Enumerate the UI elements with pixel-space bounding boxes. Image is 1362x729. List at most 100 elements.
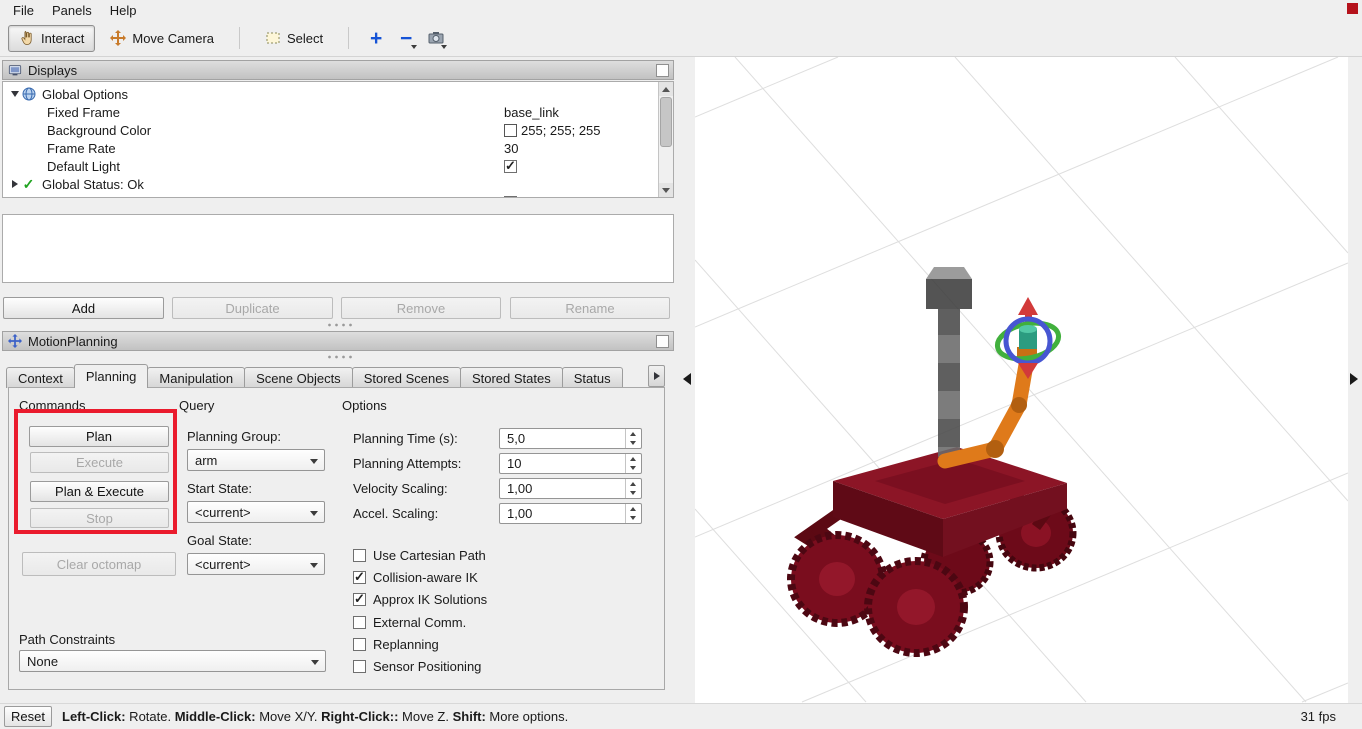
screenshot-tool-button[interactable] <box>423 25 449 52</box>
fixed-frame-value[interactable]: base_link <box>504 105 559 120</box>
tree-label: Default Light <box>47 159 120 174</box>
frame-rate-value[interactable]: 30 <box>504 141 518 156</box>
tree-row-fixed-frame[interactable]: Fixed Frame base_link <box>3 103 658 121</box>
remove-display-button[interactable]: Remove <box>341 297 501 319</box>
motionplanning-panel-header[interactable]: MotionPlanning <box>2 331 674 351</box>
spinner-arrows-icon[interactable] <box>625 504 641 523</box>
collision-aware-ik-checkbox[interactable] <box>353 571 366 584</box>
approx-ik-solutions-checkbox[interactable] <box>353 593 366 606</box>
tab-scene-objects[interactable]: Scene Objects <box>244 367 353 388</box>
panel-splitter[interactable] <box>0 323 677 327</box>
menu-help[interactable]: Help <box>101 1 146 20</box>
tab-context[interactable]: Context <box>6 367 75 388</box>
use-cartesian-path-checkbox[interactable] <box>353 549 366 562</box>
menu-file[interactable]: File <box>4 1 43 20</box>
dropdown-arrow-icon <box>411 45 417 49</box>
goal-state-select[interactable]: <current> <box>187 553 325 575</box>
external-comm-checkbox[interactable] <box>353 616 366 629</box>
chevron-down-icon <box>310 563 318 568</box>
reset-button[interactable]: Reset <box>4 706 52 727</box>
panel-float-button[interactable] <box>656 64 669 77</box>
tree-row-global-options[interactable]: Global Options <box>3 85 658 103</box>
replanning-checkbox[interactable] <box>353 638 366 651</box>
interact-tool-button[interactable]: Interact <box>8 25 95 52</box>
remove-tool-button[interactable]: − <box>393 25 419 52</box>
tree-label: Background Color <box>47 123 151 138</box>
scrollbar-thumb[interactable] <box>660 97 672 147</box>
spinner-arrows-icon[interactable] <box>625 454 641 473</box>
add-tool-button[interactable]: + <box>363 25 389 52</box>
default-light-checkbox[interactable] <box>504 160 517 173</box>
spinner-arrows-icon[interactable] <box>625 429 641 448</box>
planning-attempts-spinbox[interactable]: 10 <box>499 453 642 474</box>
tab-stored-states[interactable]: Stored States <box>460 367 563 388</box>
planning-group-label: Planning Group: <box>187 429 281 444</box>
rename-display-button[interactable]: Rename <box>510 297 670 319</box>
scroll-up-icon[interactable] <box>659 82 673 96</box>
move-camera-tool-label: Move Camera <box>132 31 214 46</box>
tree-scrollbar[interactable] <box>658 82 673 197</box>
replanning-option[interactable]: Replanning <box>353 636 439 652</box>
duplicate-display-button[interactable]: Duplicate <box>172 297 333 319</box>
menu-panels[interactable]: Panels <box>43 1 101 20</box>
rover-robot <box>791 267 1073 653</box>
clear-octomap-button[interactable]: Clear octomap <box>22 552 176 576</box>
plus-icon: + <box>370 28 382 49</box>
grid-checkbox[interactable] <box>504 196 517 199</box>
select-tool-button[interactable]: Select <box>254 25 334 52</box>
status-ok-check-icon: ✓ <box>21 177 36 192</box>
expander-right-icon[interactable] <box>9 180 21 188</box>
displays-panel-header[interactable]: Displays <box>2 60 674 80</box>
toolbar-separator <box>239 27 240 49</box>
select-tool-label: Select <box>287 31 323 46</box>
approx-ik-solutions-option[interactable]: Approx IK Solutions <box>353 591 487 607</box>
tree-row-global-status[interactable]: ✓ Global Status: Ok <box>3 175 658 193</box>
tree-row-grid[interactable]: Grid <box>3 193 658 198</box>
robot-3d-scene <box>695 57 1348 703</box>
chevron-down-icon <box>311 660 319 665</box>
plan-button[interactable]: Plan <box>29 426 169 447</box>
external-comm-option[interactable]: External Comm. <box>353 614 466 630</box>
stop-button[interactable]: Stop <box>30 508 169 528</box>
tree-row-background-color[interactable]: Background Color 255; 255; 255 <box>3 121 658 139</box>
dock-collapse-left-icon[interactable] <box>683 373 691 385</box>
scroll-down-icon[interactable] <box>659 183 673 197</box>
move-camera-tool-button[interactable]: Move Camera <box>99 25 225 52</box>
expander-down-icon[interactable] <box>9 91 21 97</box>
interactive-marker <box>994 297 1062 379</box>
tab-stored-scenes[interactable]: Stored Scenes <box>352 367 461 388</box>
execute-button[interactable]: Execute <box>30 452 169 473</box>
planning-time-spinbox[interactable]: 5,0 <box>499 428 642 449</box>
tree-label: Global Status: Ok <box>42 177 144 192</box>
tree-row-default-light[interactable]: Default Light <box>3 157 658 175</box>
dock-collapse-right-icon[interactable] <box>1350 373 1358 385</box>
render-viewport-3d[interactable] <box>695 57 1348 703</box>
collision-aware-ik-option[interactable]: Collision-aware IK <box>353 569 478 585</box>
color-swatch[interactable] <box>504 124 517 137</box>
start-state-select[interactable]: <current> <box>187 501 325 523</box>
tab-scroll-right-button[interactable] <box>648 365 665 387</box>
tab-manipulation[interactable]: Manipulation <box>147 367 245 388</box>
spinner-arrows-icon[interactable] <box>625 479 641 498</box>
panel-float-button[interactable] <box>656 335 669 348</box>
use-cartesian-path-option[interactable]: Use Cartesian Path <box>353 547 486 563</box>
motionplanning-tab-bar: Context Planning Manipulation Scene Obje… <box>6 364 648 388</box>
menu-bar: File Panels Help <box>0 0 1362 20</box>
tab-status[interactable]: Status <box>562 367 623 388</box>
background-color-value[interactable]: 255; 255; 255 <box>521 123 601 138</box>
tab-planning[interactable]: Planning <box>74 364 149 388</box>
left-dock-area: Displays Global Options Fixed Frame base… <box>0 57 677 703</box>
accel-scaling-spinbox[interactable]: 1,00 <box>499 503 642 524</box>
sensor-positioning-checkbox[interactable] <box>353 660 366 673</box>
sensor-positioning-option[interactable]: Sensor Positioning <box>353 658 481 674</box>
commands-heading: Commands <box>19 398 85 413</box>
velocity-scaling-spinbox[interactable]: 1,00 <box>499 478 642 499</box>
planning-attempts-label: Planning Attempts: <box>353 456 461 471</box>
panel-splitter[interactable] <box>0 355 677 359</box>
planning-group-select[interactable]: arm <box>187 449 325 471</box>
plan-and-execute-button[interactable]: Plan & Execute <box>30 481 169 502</box>
path-constraints-select[interactable]: None <box>19 650 326 672</box>
chevron-down-icon <box>310 459 318 464</box>
tree-row-frame-rate[interactable]: Frame Rate 30 <box>3 139 658 157</box>
add-display-button[interactable]: Add <box>3 297 164 319</box>
